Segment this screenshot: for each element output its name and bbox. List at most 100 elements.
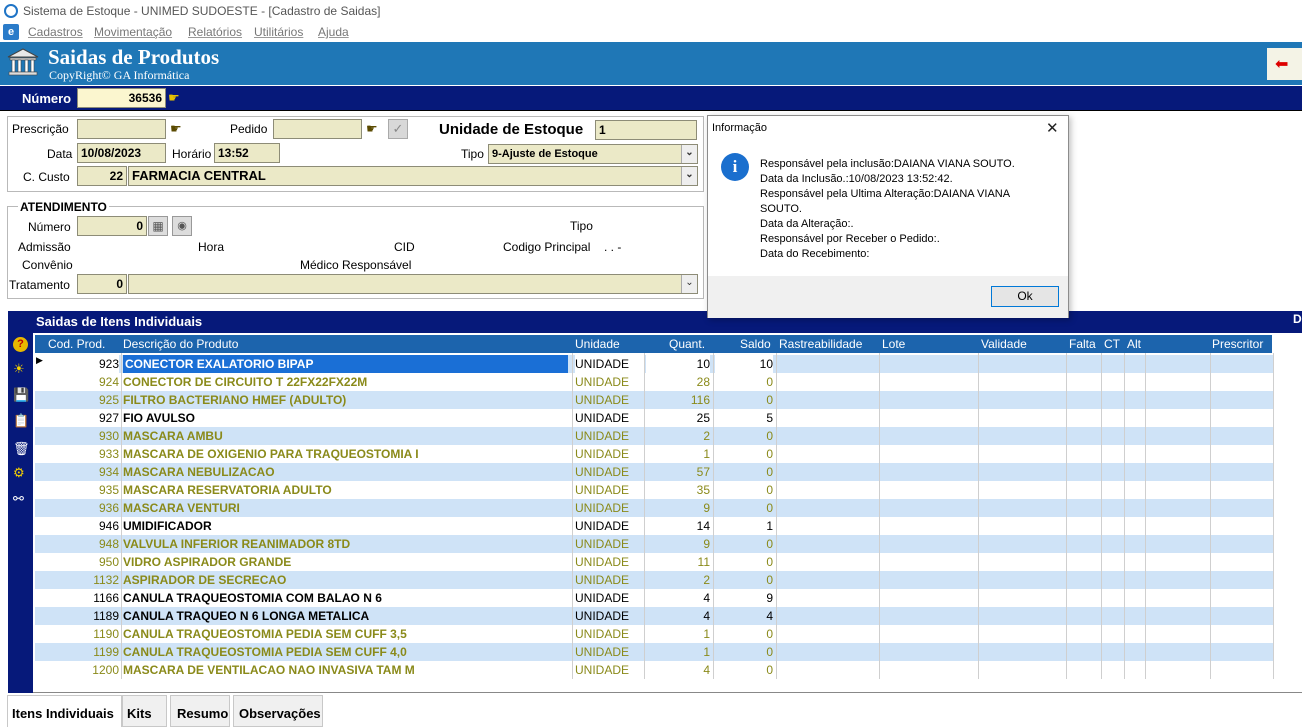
table-row[interactable]: 948 VALVULA INFERIOR REANIMADOR 8TD UNIDAD… — [35, 535, 1274, 553]
flask-icon[interactable]: ⚯ — [13, 491, 24, 507]
ok-button[interactable]: Ok — [991, 286, 1059, 307]
pedido-field[interactable] — [273, 119, 362, 139]
cell-un: UNIDADE — [575, 627, 630, 641]
col-ct[interactable]: CT — [1101, 335, 1124, 353]
custo-label: C. Custo — [23, 170, 70, 184]
col-lote[interactable]: Lote — [879, 335, 978, 353]
chevron-down-icon[interactable]: ⌄ — [681, 275, 697, 293]
tipo-select[interactable]: 9-Ajuste de Estoque ⌄ — [488, 144, 698, 164]
cell-un: UNIDADE — [575, 573, 630, 587]
tab-observacoes[interactable]: Observações — [233, 695, 323, 727]
table-row[interactable]: 1190 CANULA TRAQUEOSTOMIA PEDIA SEM CUFF … — [35, 625, 1274, 643]
cell-desc: CANULA TRAQUEOSTOMIA PEDIA SEM CUFF 3,5 — [123, 627, 407, 641]
chevron-down-icon[interactable]: ⌄ — [681, 167, 697, 185]
table-row[interactable]: 925 FILTRO BACTERIANO HMEF (ADULTO) UNIDAD… — [35, 391, 1274, 409]
cell-saldo: 5 — [766, 411, 773, 425]
cid-label: CID — [394, 240, 415, 254]
col-alt[interactable]: Alt — [1124, 335, 1145, 353]
unidade-field[interactable]: 1 — [595, 120, 697, 140]
pointing-hand-icon[interactable]: ☛ — [366, 121, 378, 137]
help-icon[interactable]: ? — [13, 337, 28, 352]
col-prescritor[interactable]: Prescritor — [1145, 335, 1272, 353]
col-rastreabilidade[interactable]: Rastreabilidade — [776, 335, 879, 353]
chevron-down-icon[interactable]: ⌄ — [681, 145, 697, 163]
cell-un: UNIDADE — [575, 429, 630, 443]
tratamento-code-field[interactable]: 0 — [77, 274, 127, 294]
pointing-hand-icon[interactable]: ☛ — [170, 121, 182, 137]
numero-field[interactable]: 36536 — [77, 88, 166, 108]
col-saldo[interactable]: Saldo — [713, 335, 776, 353]
cell-un: UNIDADE — [575, 447, 630, 461]
tratamento-select[interactable]: ⌄ — [128, 274, 698, 294]
dialog-line: Responsável por Receber o Pedido:. — [760, 233, 940, 245]
save-icon[interactable]: 💾 — [13, 387, 29, 403]
table-row[interactable]: 1189 CANULA TRAQUEO N 6 LONGA METALICA UNI… — [35, 607, 1274, 625]
prescricao-field[interactable] — [77, 119, 166, 139]
pointing-hand-icon[interactable]: ☛ — [168, 90, 180, 106]
table-row[interactable]: 934 MASCARA NEBULIZACAO UNIDADE 57 0 — [35, 463, 1274, 481]
col-validade[interactable]: Validade — [978, 335, 1066, 353]
cell-cod: 1200 — [92, 663, 119, 677]
table-row[interactable]: 1200 MASCARA DE VENTILACAO NAO INVASIVA T… — [35, 661, 1274, 679]
cell-desc: CANULA TRAQUEO N 6 LONGA METALICA — [123, 609, 370, 623]
codigo-label: Codigo Principal — [503, 240, 591, 254]
table-row[interactable]: 935 MASCARA RESERVATORIA ADULTO UNIDADE 35 0 — [35, 481, 1274, 499]
grid-right-label: D — [1293, 312, 1302, 326]
custo-code-field[interactable]: 22 — [77, 166, 127, 186]
table-row[interactable]: 923 CONECTOR EXALATORIO BIPAP UNIDADE 10 10 — [35, 355, 1274, 373]
dialog-title: Informação — [712, 122, 768, 134]
atend-numero-label: Número — [28, 220, 71, 234]
menu-relatorios[interactable]: Relatórios — [188, 25, 242, 39]
custo-select[interactable]: FARMACIA CENTRAL ⌄ — [128, 166, 698, 186]
cell-qt: 1 — [703, 645, 710, 659]
table-row[interactable]: 924 CONECTOR DE CIRCUITO T 22FX22FX22M UNI… — [35, 373, 1274, 391]
cell-saldo: 0 — [766, 429, 773, 443]
horario-field[interactable]: 13:52 — [214, 143, 280, 163]
data-field[interactable]: 10/08/2023 — [77, 143, 166, 163]
table-row[interactable]: 1199 CANULA TRAQUEOSTOMIA PEDIA SEM CUFF … — [35, 643, 1274, 661]
cell-qt: 14 — [696, 519, 710, 533]
binoculars-icon[interactable]: ◉ — [172, 216, 192, 236]
table-row[interactable]: 946 UMIDIFICADOR UNIDADE 14 1 — [35, 517, 1274, 535]
calendar-icon[interactable]: ▦ — [148, 216, 168, 236]
col-cod[interactable]: Cod. Prod. — [35, 335, 121, 353]
table-row[interactable]: 927 FIO AVULSO UNIDADE 25 5 — [35, 409, 1274, 427]
close-icon[interactable]: ✕ — [1046, 119, 1059, 137]
cell-cod: 930 — [98, 429, 119, 443]
exit-button[interactable]: ⬅ — [1267, 48, 1302, 80]
menu-cadastros[interactable]: Cadastros — [28, 25, 83, 39]
menu-movimentacao[interactable]: Movimentação — [94, 25, 172, 39]
table-row[interactable]: 933 MASCARA DE OXIGENIO PARA TRAQUEOSTOMI… — [35, 445, 1274, 463]
table-row[interactable]: 1132 ASPIRADOR DE SECRECAO UNIDADE 2 0 — [35, 571, 1274, 589]
menu-utilitarios[interactable]: Utilitários — [254, 25, 303, 39]
window-title: Sistema de Estoque - UNIMED SUDOESTE - [… — [23, 4, 381, 18]
table-row[interactable]: 1166 CANULA TRAQUEOSTOMIA COM BALAO N 6 UN… — [35, 589, 1274, 607]
grid-line — [1124, 353, 1125, 679]
sun-icon[interactable]: ☀ — [13, 361, 25, 377]
grid-line — [978, 353, 979, 679]
table-row[interactable]: 950 VIDRO ASPIRADOR GRANDE UNIDADE 11 0 — [35, 553, 1274, 571]
cell-cod: 1189 — [93, 609, 119, 623]
table-row[interactable]: 936 MASCARA VENTURI UNIDADE 9 0 — [35, 499, 1274, 517]
tab-itens-individuais[interactable]: Itens Individuais — [7, 695, 122, 727]
trash-icon[interactable]: 🗑 — [13, 441, 30, 457]
cell-un: UNIDADE — [575, 483, 630, 497]
tab-resumo[interactable]: Resumo — [170, 695, 230, 727]
arrow-left-icon: ⬅ — [1275, 56, 1289, 73]
mdi-child-icon[interactable]: e — [3, 24, 19, 40]
col-descricao[interactable]: Descrição do Produto — [121, 335, 572, 353]
gear-icon[interactable]: ⚙ — [13, 465, 25, 481]
cell-qt: 57 — [696, 465, 710, 479]
table-row[interactable]: 930 MASCARA AMBU UNIDADE 2 0 — [35, 427, 1274, 445]
atend-numero-field[interactable]: 0 — [77, 216, 147, 236]
cell-cod: 925 — [98, 393, 119, 407]
menu-ajuda[interactable]: Ajuda — [318, 25, 349, 39]
pedido-label: Pedido — [230, 122, 268, 136]
cell-qt: 4 — [703, 591, 710, 605]
col-falta[interactable]: Falta — [1066, 335, 1101, 353]
tab-kits[interactable]: Kits — [122, 695, 167, 727]
col-unidade[interactable]: Unidade — [572, 335, 644, 353]
col-quant[interactable]: Quant. — [644, 335, 713, 353]
check-button[interactable]: ✓ — [388, 119, 408, 139]
clipboard-icon[interactable]: 📋 — [13, 413, 29, 429]
